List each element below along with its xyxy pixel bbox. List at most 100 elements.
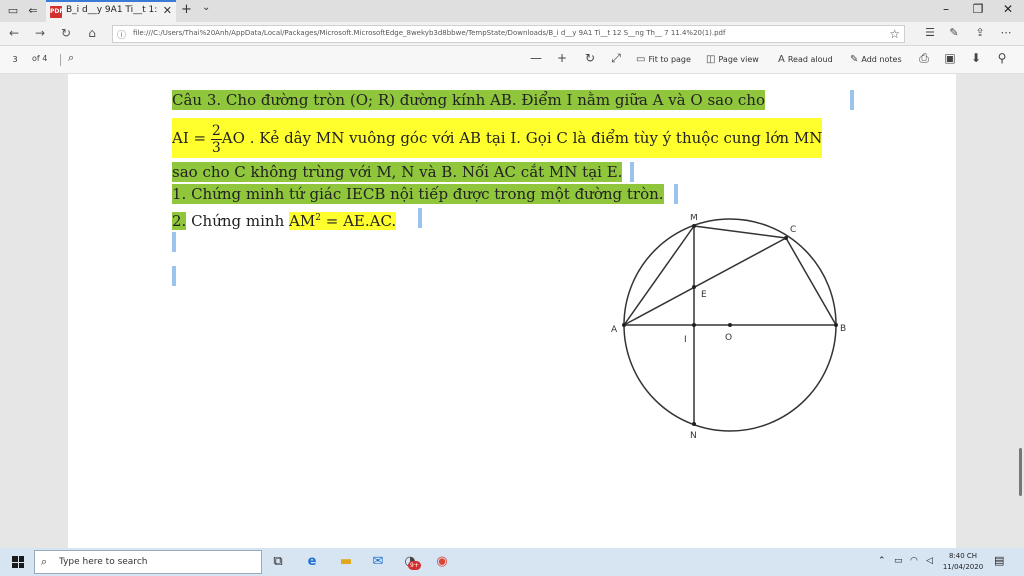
favorite-star-icon[interactable]: ☆	[889, 27, 900, 41]
chrome-icon[interactable]: ◉	[432, 552, 452, 572]
rotate-icon[interactable]: ↻	[582, 51, 598, 65]
add-notes-button[interactable]: ✎ Add notes	[850, 54, 902, 65]
mail-icon[interactable]: ✉	[368, 552, 388, 572]
label-a: A	[611, 325, 618, 335]
zoom-in-icon[interactable]: +	[554, 51, 570, 65]
segment-ac	[623, 237, 787, 326]
file-explorer-icon[interactable]: ▬	[336, 552, 356, 572]
action-center-icon[interactable]: ▤	[994, 554, 1004, 567]
selection-mark	[850, 90, 854, 110]
clock-date: 11/04/2020	[942, 563, 984, 571]
doc-line-5: 2. Chứng minh AM2 = AE.AC.	[172, 208, 397, 231]
taskbar: ⌕ Type here to search ⧉ e ▬ ✉ ◔9+ ◉ ⌃ ▭ …	[0, 548, 1024, 576]
read-aloud-label: Read aloud	[787, 55, 833, 64]
app-with-badge-icon[interactable]: ◔9+	[400, 552, 421, 572]
back-arrow-icon[interactable]: ←	[6, 26, 22, 40]
pin-icon[interactable]: ⚲	[994, 51, 1010, 65]
volume-icon[interactable]: ◁	[926, 556, 933, 566]
page-view-label: Page view	[718, 55, 759, 64]
question-intro-text: Câu 3. Cho đường tròn (O; R) đường kính …	[172, 91, 765, 109]
clock-time: 8:40 CH	[948, 552, 978, 560]
pen-icon[interactable]: ✎	[946, 26, 962, 39]
page-view-button[interactable]: ◫ Page view	[706, 54, 759, 65]
point-i	[692, 323, 696, 327]
url-text: file:///C:/Users/Thai%20Anh/AppData/Loca…	[133, 29, 726, 37]
print-icon[interactable]: ⎙	[916, 51, 932, 66]
wifi-icon[interactable]: ◠	[910, 556, 918, 566]
url-field[interactable]: ⓘ file:///C:/Users/Thai%20Anh/AppData/Lo…	[112, 25, 905, 43]
title-bar: ▭ ⇐ PDF B_i d__y 9A1 Ti__t 1: ✕ + ⌄ – ❐ …	[0, 0, 1024, 22]
tab-actions-icon[interactable]: ▭	[6, 4, 20, 18]
toolbar-divider	[60, 54, 61, 66]
search-icon[interactable]: ⌕	[68, 51, 74, 65]
empty-line-mark	[172, 232, 176, 252]
label-c: C	[790, 225, 796, 235]
task-two-formula: AM2 = AE.AC.	[289, 212, 397, 230]
pdf-viewer[interactable]: Câu 3. Cho đường tròn (O; R) đường kính …	[0, 74, 1024, 548]
tab-title: B_i d__y 9A1 Ti__t 1:	[66, 5, 158, 15]
save-as-icon[interactable]: ⬇	[968, 51, 984, 65]
fullscreen-icon[interactable]: ⤢	[608, 51, 624, 66]
page-number-input[interactable]: 3	[4, 53, 26, 67]
doc-line-3: sao cho C không trùng với M, N và B. Nối…	[172, 162, 623, 182]
formula-rhs: = AE.AC.	[320, 212, 397, 230]
task-view-icon[interactable]: ⧉	[268, 552, 288, 572]
empty-line-mark	[172, 266, 176, 286]
selection-mark	[630, 162, 634, 182]
search-placeholder: Type here to search	[59, 557, 148, 567]
zoom-out-icon[interactable]: —	[528, 51, 544, 65]
point-a	[622, 323, 626, 327]
share-icon[interactable]: ⇪	[972, 26, 988, 39]
windows-start-icon[interactable]	[12, 556, 24, 568]
fraction-two-thirds: 23	[210, 123, 222, 156]
save-icon[interactable]: ▣	[942, 51, 958, 65]
home-icon[interactable]: ⌂	[84, 26, 100, 40]
restore-icon[interactable]: ❐	[964, 2, 992, 16]
favorites-list-icon[interactable]: ☰	[922, 26, 938, 39]
add-notes-icon: ✎	[850, 54, 859, 65]
label-m: M	[690, 214, 698, 223]
pdf-file-icon: PDF	[50, 6, 63, 18]
point-o	[728, 323, 732, 327]
selection-mark	[418, 208, 422, 228]
task-one-text: 1. Chứng minh tứ giác IECB nội tiếp được…	[172, 185, 664, 203]
back-tabs-icon[interactable]: ⇐	[26, 4, 40, 18]
system-clock[interactable]: 8:40 CH 11/04/2020	[942, 551, 984, 573]
page-total: of 4	[32, 54, 48, 63]
taskbar-search-box[interactable]: ⌕ Type here to search	[34, 550, 262, 574]
battery-icon[interactable]: ▭	[894, 556, 903, 566]
edge-browser-icon[interactable]: e	[302, 552, 322, 572]
vertical-scrollbar[interactable]	[1019, 448, 1022, 496]
search-icon: ⌕	[41, 555, 48, 568]
chevron-down-icon[interactable]: ⌄	[202, 2, 210, 13]
ai-text: AI =	[172, 129, 211, 147]
tab-active[interactable]: PDF B_i d__y 9A1 Ti__t 1: ✕	[46, 0, 176, 22]
point-n	[692, 422, 696, 426]
doc-line-2: AI = 2 3 AO . Kẻ dây MN vuông góc với AB t…	[172, 118, 823, 158]
new-tab-icon[interactable]: +	[181, 2, 192, 17]
fit-to-page-button[interactable]: ▭ Fit to page	[636, 54, 691, 65]
chevron-up-icon[interactable]: ⌃	[878, 556, 886, 566]
doc-line-1: Câu 3. Cho đường tròn (O; R) đường kính …	[172, 90, 765, 110]
close-tab-icon[interactable]: ✕	[163, 4, 172, 17]
chord-text: AO . Kẻ dây MN vuông góc với AB tại I. G…	[221, 129, 823, 147]
read-aloud-button[interactable]: A Read aloud	[778, 54, 833, 65]
forward-arrow-icon[interactable]: →	[32, 26, 48, 40]
refresh-icon[interactable]: ↻	[58, 26, 74, 40]
notification-badge: 9+	[408, 561, 421, 570]
more-menu-icon[interactable]: ⋯	[998, 26, 1014, 39]
page-view-icon: ◫	[706, 54, 716, 65]
selection-mark	[674, 184, 678, 204]
info-icon[interactable]: ⓘ	[117, 28, 126, 41]
minimize-icon[interactable]: –	[932, 2, 960, 16]
fit-to-page-label: Fit to page	[648, 55, 691, 64]
label-e: E	[701, 290, 707, 300]
segment-am	[623, 225, 695, 326]
close-window-icon[interactable]: ✕	[994, 2, 1022, 16]
point-e	[692, 285, 696, 289]
add-notes-label: Add notes	[861, 55, 902, 64]
label-b: B	[840, 324, 846, 334]
segment-cb	[785, 237, 837, 326]
fit-page-icon: ▭	[636, 54, 646, 65]
point-m	[692, 224, 696, 228]
